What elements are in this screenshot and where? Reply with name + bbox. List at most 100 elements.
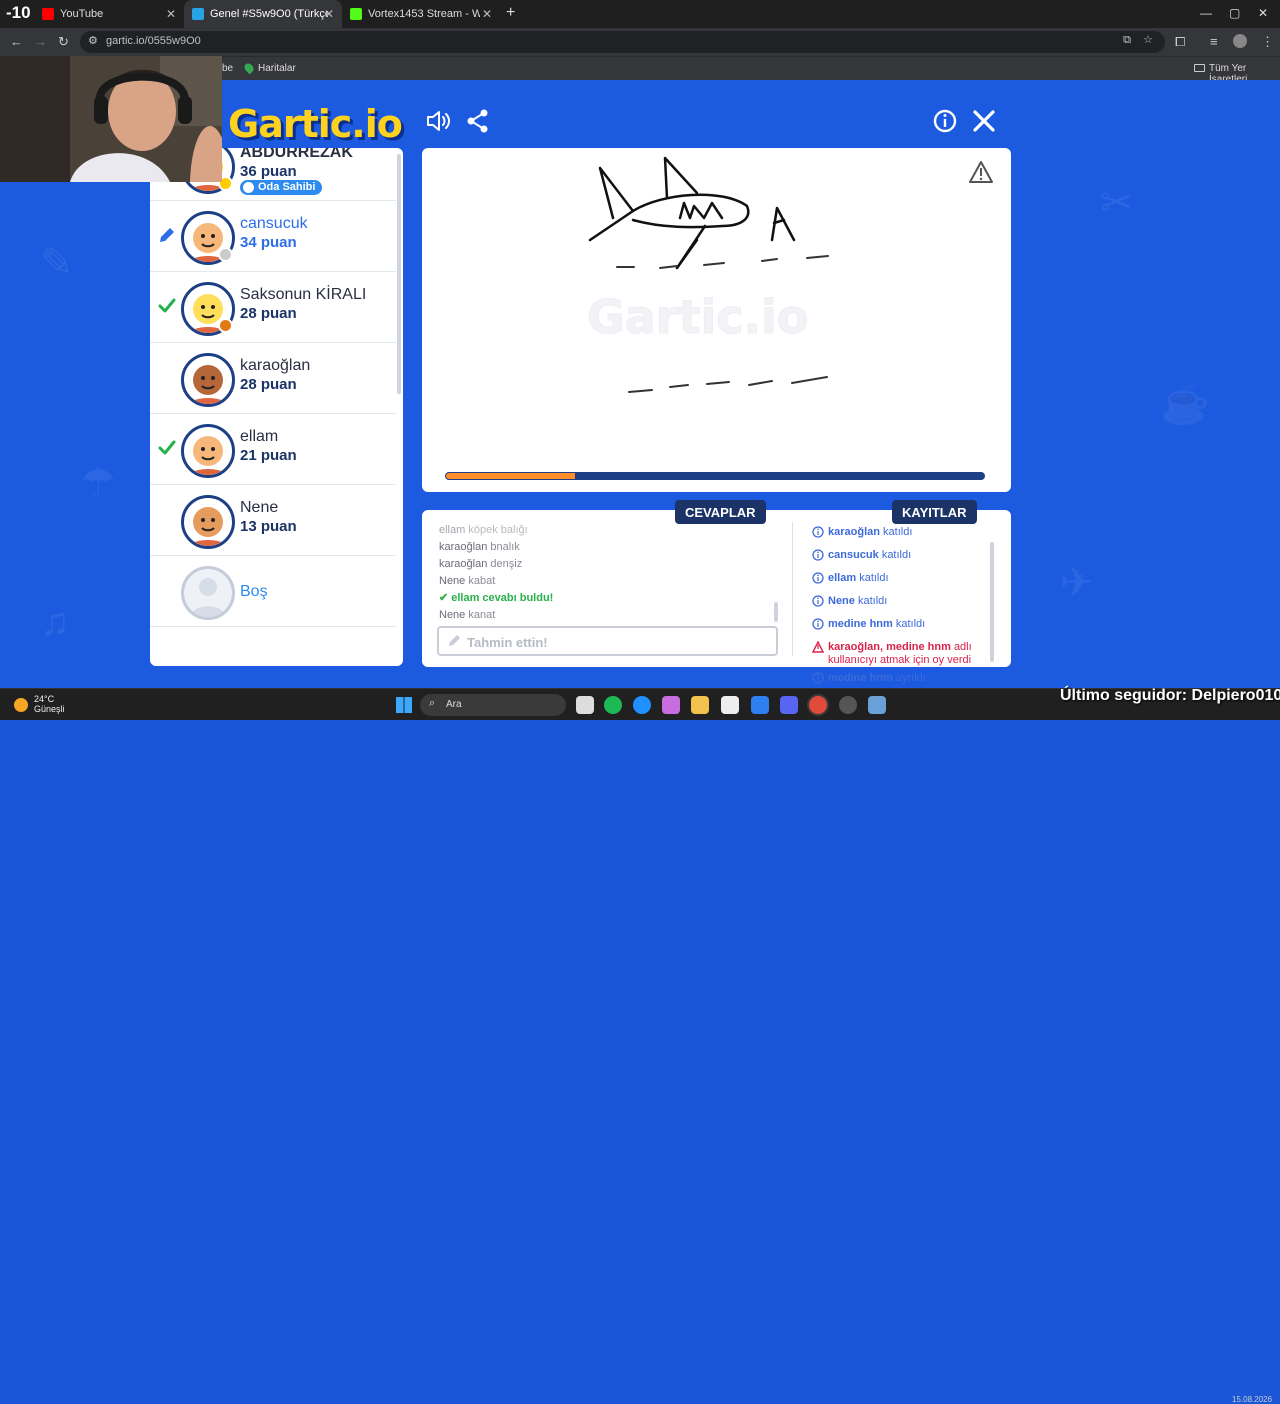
info-icon: [812, 595, 824, 607]
log-user: ellam: [828, 572, 857, 584]
site-info-icon[interactable]: ⚙: [88, 34, 98, 47]
player-row[interactable]: Saksonun KİRALI 28 puan: [150, 273, 396, 343]
player-score: 28 puan: [240, 376, 297, 393]
windows-start-icon[interactable]: [396, 697, 412, 713]
log-entry: karaoğlan katıldı: [812, 526, 997, 544]
player-row[interactable]: ellam 21 puan: [150, 415, 396, 485]
reading-list-icon[interactable]: ≡: [1210, 34, 1218, 49]
url-text: gartic.io/0555w9O0: [106, 35, 201, 47]
player-score: 36 puan: [240, 163, 297, 180]
close-icon[interactable]: [971, 108, 997, 134]
share-icon[interactable]: [465, 108, 491, 134]
answer-text: köpek balığı: [468, 524, 528, 536]
edge-icon[interactable]: [633, 696, 651, 714]
player-name: Nene: [240, 499, 279, 516]
correct-check-icon: ✔: [439, 592, 449, 604]
logs-tab[interactable]: KAYITLAR: [892, 500, 977, 524]
player-row[interactable]: Nene 13 puan: [150, 486, 396, 556]
minimize-icon[interactable]: —: [1200, 6, 1212, 20]
pencil-icon: [449, 635, 460, 646]
info-icon: [812, 549, 824, 561]
app-icon[interactable]: [868, 696, 886, 714]
player-avatar: [181, 353, 235, 407]
close-tab-icon[interactable]: ✕: [166, 7, 176, 21]
close-tab-icon[interactable]: ✕: [324, 7, 334, 21]
guess-input-box[interactable]: [437, 626, 778, 656]
log-entry: medine hnm ayrıldı: [812, 672, 997, 688]
mail-icon[interactable]: [751, 696, 769, 714]
report-warning-icon[interactable]: [968, 160, 994, 184]
spotify-icon[interactable]: [604, 696, 622, 714]
log-text: katıldı: [883, 526, 913, 538]
back-icon[interactable]: ←: [10, 34, 23, 49]
install-app-icon[interactable]: ⧉: [1123, 34, 1131, 47]
players-scrollbar[interactable]: [397, 154, 401, 394]
close-window-icon[interactable]: ✕: [1258, 6, 1268, 20]
answer-message: ellam köpek balığı: [439, 522, 784, 539]
player-avatar: [181, 566, 235, 620]
tab-youtube[interactable]: YouTube ✕: [34, 0, 184, 28]
player-name: karaoğlan: [240, 357, 311, 374]
players-list: ABDURREZAK 36 puan Oda Sahibi cansucuk 34 pu…: [150, 148, 403, 666]
answer-author: karaoğlan: [439, 558, 488, 570]
drawing-pencil-icon: [160, 228, 174, 242]
bookmark-star-icon[interactable]: ☆: [1143, 33, 1153, 46]
extensions-icon[interactable]: ⧠: [1175, 34, 1185, 50]
background-doodle: ♫: [40, 600, 70, 644]
tab-kick[interactable]: Vortex1453 Stream - Watch Live ✕: [342, 0, 500, 28]
info-icon: [812, 572, 824, 584]
log-text: katıldı: [859, 572, 889, 584]
tab-gartic[interactable]: Genel #S5w9O0 (Türkçe) - Gartic ✕: [184, 0, 342, 28]
player-row[interactable]: cansucuk 34 puan: [150, 202, 396, 272]
copilot-icon[interactable]: [662, 696, 680, 714]
app-icon[interactable]: [839, 696, 857, 714]
answer-text: denşiz: [490, 558, 523, 570]
answers-tab[interactable]: CEVAPLAR: [675, 500, 766, 524]
answer-author: karaoğlan: [439, 541, 488, 553]
system-date: 15.08.2026: [1232, 1395, 1273, 1404]
sound-icon[interactable]: [425, 108, 451, 134]
info-icon: [812, 526, 824, 538]
drawing-canvas[interactable]: Gartic.io: [422, 148, 1011, 492]
logs-scrollbar[interactable]: [990, 542, 994, 662]
profile-avatar[interactable]: [1233, 34, 1247, 48]
task-view-icon[interactable]: [576, 696, 594, 714]
discord-icon[interactable]: [780, 696, 798, 714]
chat-divider: [792, 522, 793, 656]
log-user: karaoğlan: [828, 526, 880, 538]
player-row[interactable]: Boş: [150, 557, 396, 627]
new-tab-button[interactable]: +: [506, 4, 515, 22]
answers-scrollbar[interactable]: [774, 602, 778, 622]
player-avatar: [181, 495, 235, 549]
bookmark-haritalar[interactable]: Haritalar: [258, 63, 296, 74]
store-icon[interactable]: [721, 696, 739, 714]
player-score: 13 puan: [240, 518, 297, 535]
weather-icon: [14, 698, 28, 712]
background-doodle: ✎: [40, 241, 74, 285]
maps-pin-icon: [242, 61, 256, 75]
maximize-icon[interactable]: ▢: [1229, 6, 1240, 20]
info-icon[interactable]: [932, 108, 958, 134]
weather-widget[interactable]: 24°C Güneşli: [34, 694, 65, 714]
menu-icon[interactable]: ⋮: [1261, 34, 1274, 50]
answer-author: Nene: [439, 575, 466, 587]
reload-icon[interactable]: ↻: [58, 34, 69, 50]
info-icon: [812, 672, 824, 684]
address-bar[interactable]: ⚙ gartic.io/0555w9O0 ⧉ ☆: [80, 31, 1165, 53]
log-text: katıldı: [857, 595, 888, 607]
guess-input[interactable]: [467, 633, 767, 651]
log-entry: karaoğlan, medine hnm adlı kullanıcıyı a…: [812, 641, 997, 667]
chat-panel: CEVAPLAR KAYITLAR ellam köpek balığı kara…: [422, 500, 1011, 684]
taskbar-search[interactable]: ⌕ Ara: [420, 694, 566, 716]
bookmark-youtube[interactable]: be: [222, 63, 233, 74]
file-explorer-icon[interactable]: [691, 696, 709, 714]
browser-toolbar: ← → ↻ ⚙ gartic.io/0555w9O0 ⧉ ☆ ⧠ ≡ ⋮: [0, 28, 1280, 56]
last-follower-overlay: Último seguidor: Delpiero010: [1060, 687, 1280, 704]
player-score: 21 puan: [240, 447, 297, 464]
webcam-image: [0, 56, 222, 182]
player-row[interactable]: karaoğlan 28 puan: [150, 344, 396, 414]
player-score: 28 puan: [240, 305, 297, 322]
forward-icon[interactable]: →: [34, 34, 47, 49]
close-tab-icon[interactable]: ✕: [482, 7, 492, 21]
chrome-icon[interactable]: [809, 696, 827, 714]
